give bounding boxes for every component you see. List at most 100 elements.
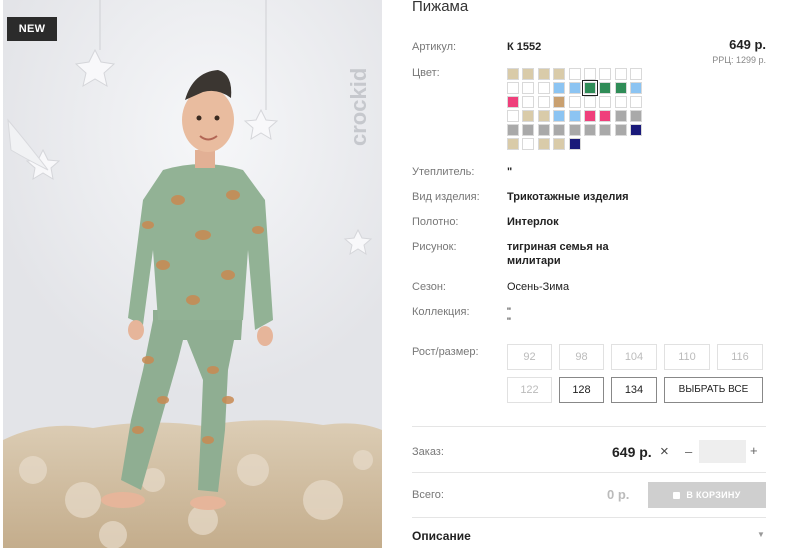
- color-swatch[interactable]: [568, 82, 581, 94]
- color-swatch[interactable]: [599, 96, 612, 108]
- color-swatch[interactable]: [614, 96, 627, 108]
- color-swatch[interactable]: [522, 124, 535, 136]
- size-option[interactable]: 98: [559, 344, 604, 370]
- size-option[interactable]: 104: [611, 344, 657, 370]
- color-swatch[interactable]: [568, 138, 581, 150]
- size-option[interactable]: 110: [664, 344, 710, 370]
- color-swatch[interactable]: [581, 80, 598, 96]
- article-value: К 1552: [507, 41, 542, 53]
- color-swatch[interactable]: [553, 110, 566, 122]
- color-swatch[interactable]: [553, 82, 566, 94]
- product-photo[interactable]: crockid NEW: [3, 0, 382, 548]
- type-label: Вид изделия:: [412, 191, 480, 203]
- color-swatch[interactable]: [568, 124, 581, 136]
- color-swatch[interactable]: [583, 68, 596, 80]
- color-swatch[interactable]: [522, 110, 535, 122]
- size-option[interactable]: 134: [611, 377, 657, 403]
- color-swatch[interactable]: [522, 82, 535, 94]
- color-swatch[interactable]: [599, 124, 612, 136]
- fabric-label: Полотно:: [412, 216, 459, 228]
- color-swatch[interactable]: [630, 68, 643, 80]
- color-swatch[interactable]: [537, 124, 550, 136]
- color-swatch[interactable]: [630, 82, 643, 94]
- divider: [412, 517, 766, 518]
- add-to-cart-button[interactable]: В КОРЗИНУ: [648, 482, 766, 508]
- order-label: Заказ:: [412, 446, 444, 458]
- size-option[interactable]: 92: [507, 344, 552, 370]
- color-swatch[interactable]: [537, 96, 550, 108]
- color-swatch[interactable]: [599, 110, 612, 122]
- select-all-sizes-button[interactable]: ВЫБРАТЬ ВСЕ: [664, 377, 763, 403]
- cart-bag-icon: [673, 492, 681, 499]
- new-badge: NEW: [7, 17, 57, 41]
- article-label: Артикул:: [412, 41, 457, 53]
- fabric-value: Интерлок: [507, 216, 559, 228]
- order-price: 649 р.: [612, 444, 652, 460]
- color-swatch[interactable]: [522, 68, 535, 80]
- product-price: 649 р.: [729, 37, 766, 52]
- total-label: Всего:: [412, 489, 444, 501]
- color-swatch[interactable]: [507, 96, 519, 108]
- color-swatch[interactable]: [568, 96, 581, 108]
- color-swatch[interactable]: [630, 124, 643, 136]
- size-option[interactable]: 116: [717, 344, 763, 370]
- color-swatch[interactable]: [583, 124, 596, 136]
- color-swatch[interactable]: [614, 110, 627, 122]
- color-swatch[interactable]: [522, 96, 535, 108]
- color-swatch[interactable]: [583, 110, 596, 122]
- quantity-decrease-button[interactable]: –: [685, 444, 692, 459]
- insulation-label: Утеплитель:: [412, 166, 475, 178]
- color-swatch[interactable]: [507, 138, 519, 150]
- collection-value-line2: ": [507, 316, 511, 328]
- divider: [412, 472, 766, 473]
- color-swatch[interactable]: [630, 110, 643, 122]
- add-to-cart-label: В КОРЗИНУ: [686, 490, 741, 500]
- pattern-label: Рисунок:: [412, 241, 457, 253]
- color-swatch[interactable]: [537, 68, 550, 80]
- insulation-value: ": [507, 166, 513, 178]
- color-swatch[interactable]: [630, 96, 643, 108]
- size-label: Рост/размер:: [412, 346, 479, 358]
- color-swatch[interactable]: [553, 96, 566, 108]
- color-swatch[interactable]: [507, 124, 519, 136]
- collection-label: Коллекция:: [412, 306, 470, 318]
- rrc-price: РРЦ: 1299 р.: [712, 55, 766, 65]
- color-swatch[interactable]: [537, 138, 550, 150]
- pattern-value-line1: тигриная семья на: [507, 241, 609, 253]
- quantity-increase-button[interactable]: +: [750, 443, 758, 458]
- pattern-value-line2: милитари: [507, 255, 561, 267]
- color-swatch[interactable]: [522, 138, 535, 150]
- color-label: Цвет:: [412, 67, 440, 79]
- size-option[interactable]: 122: [507, 377, 552, 403]
- color-swatch[interactable]: [614, 82, 627, 94]
- color-swatch[interactable]: [553, 68, 566, 80]
- divider: [412, 426, 766, 427]
- clear-order-icon[interactable]: ×: [660, 443, 669, 460]
- color-swatch[interactable]: [507, 68, 519, 80]
- color-swatch[interactable]: [568, 110, 581, 122]
- color-swatch[interactable]: [507, 110, 519, 122]
- color-swatch[interactable]: [537, 82, 550, 94]
- season-value: Осень-Зима: [507, 281, 570, 293]
- color-swatch-grid: [507, 68, 647, 150]
- quantity-input[interactable]: [699, 440, 746, 463]
- color-swatch[interactable]: [614, 68, 627, 80]
- description-toggle[interactable]: Описание: [412, 529, 471, 543]
- color-swatch[interactable]: [599, 82, 612, 94]
- color-swatch[interactable]: [599, 68, 612, 80]
- season-label: Сезон:: [412, 281, 446, 293]
- color-swatch[interactable]: [568, 68, 581, 80]
- color-swatch[interactable]: [507, 82, 519, 94]
- color-swatch[interactable]: [583, 96, 596, 108]
- color-swatch[interactable]: [537, 110, 550, 122]
- product-title: Пижама: [412, 0, 469, 15]
- size-option[interactable]: 128: [559, 377, 604, 403]
- color-swatch[interactable]: [614, 124, 627, 136]
- total-value: 0 р.: [607, 487, 630, 502]
- type-value: Трикотажные изделия: [507, 191, 629, 203]
- crockid-watermark: crockid: [346, 68, 371, 146]
- color-swatch[interactable]: [553, 124, 566, 136]
- color-swatch[interactable]: [553, 138, 566, 150]
- chevron-down-icon[interactable]: ▼: [757, 530, 765, 539]
- child-in-pajama-image: crockid: [3, 0, 382, 548]
